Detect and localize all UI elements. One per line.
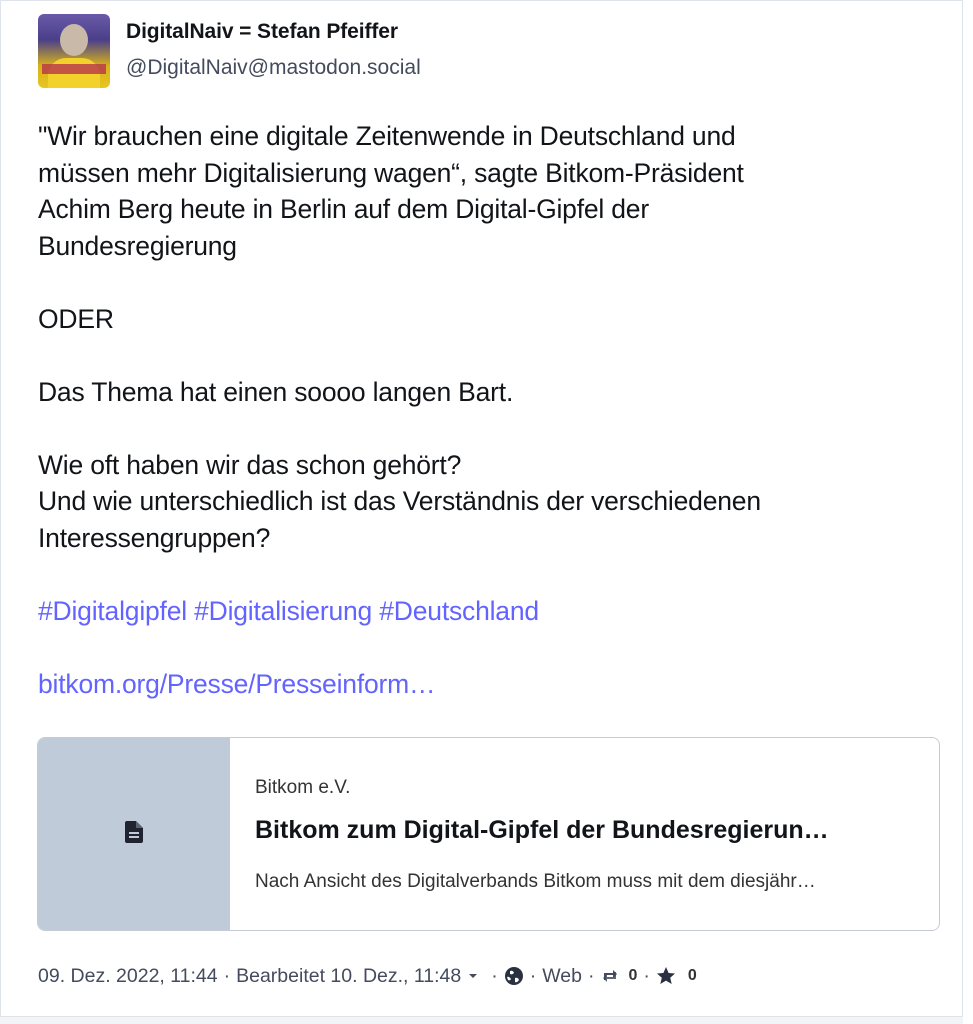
card-title: Bitkom zum Digital-Gipfel der Bundesregi… bbox=[255, 816, 829, 844]
star-icon[interactable] bbox=[656, 966, 676, 986]
boost-count: 0 bbox=[628, 967, 638, 984]
card-thumbnail bbox=[38, 738, 230, 930]
document-icon bbox=[125, 820, 143, 848]
paragraph-2: ODER bbox=[38, 303, 114, 334]
hashtag-link[interactable]: #Digitalisierung bbox=[194, 596, 372, 626]
card-description: Nach Ansicht des Digitalverbands Bitkom … bbox=[255, 871, 816, 892]
text-line: Interessengruppen? bbox=[38, 522, 271, 553]
text-line: müssen mehr Digitalisierung wagen“, sagt… bbox=[38, 157, 744, 188]
paragraph-1: "Wir brauchen eine digitale Zeitenwende … bbox=[38, 118, 918, 264]
text-line: "Wir brauchen eine digitale Zeitenwende … bbox=[38, 121, 736, 151]
separator: · bbox=[643, 964, 650, 987]
separator: · bbox=[587, 964, 595, 987]
paragraph-3: Das Thema hat einen soooo langen Bart. bbox=[38, 376, 514, 407]
post-timestamp[interactable]: 09. Dez. 2022, 11:44 bbox=[38, 965, 218, 988]
text-line: Bundesregierung bbox=[38, 230, 237, 261]
globe-icon bbox=[504, 966, 524, 986]
external-link[interactable]: bitkom.org/Presse/Presseinform… bbox=[38, 669, 436, 699]
separator: · bbox=[529, 964, 537, 987]
status-content: "Wir brauchen eine digitale Zeitenwende … bbox=[38, 118, 918, 702]
chevron-down-icon[interactable] bbox=[467, 972, 479, 980]
boost-icon[interactable] bbox=[600, 968, 620, 984]
next-status-divider bbox=[0, 1016, 963, 1024]
link-preview-card[interactable]: Bitkom e.V. Bitkom zum Digital-Gipfel de… bbox=[37, 737, 940, 931]
account-handle[interactable]: @DigitalNaiv@mastodon.social bbox=[126, 56, 421, 80]
avatar[interactable] bbox=[38, 14, 110, 88]
favourite-count: 0 bbox=[687, 967, 697, 984]
separator: · bbox=[223, 964, 231, 987]
application-name: Web bbox=[542, 964, 582, 987]
display-name[interactable]: DigitalNaiv = Stefan Pfeiffer bbox=[126, 20, 398, 44]
edited-label[interactable]: Bearbeitet 10. Dez., 11:48 bbox=[236, 965, 461, 988]
separator: · bbox=[491, 964, 498, 987]
hashtag-link[interactable]: #Digitalgipfel bbox=[38, 596, 187, 626]
hashtags: #Digitalgipfel #Digitalisierung #Deutsch… bbox=[38, 593, 918, 630]
card-provider: Bitkom e.V. bbox=[255, 777, 351, 798]
text-line: Und wie unterschiedlich ist das Verständ… bbox=[38, 486, 761, 516]
text-line: Achim Berg heute in Berlin auf dem Digit… bbox=[38, 194, 649, 224]
avatar-stripe bbox=[42, 64, 106, 74]
avatar-head bbox=[60, 24, 88, 56]
status-meta: 09. Dez. 2022, 11:44 · Bearbeitet 10. De… bbox=[38, 962, 697, 990]
paragraph-4: Wie oft haben wir das schon gehört? Und … bbox=[38, 447, 918, 557]
text-line: Wie oft haben wir das schon gehört? bbox=[38, 449, 462, 480]
hashtag-link[interactable]: #Deutschland bbox=[379, 596, 539, 626]
